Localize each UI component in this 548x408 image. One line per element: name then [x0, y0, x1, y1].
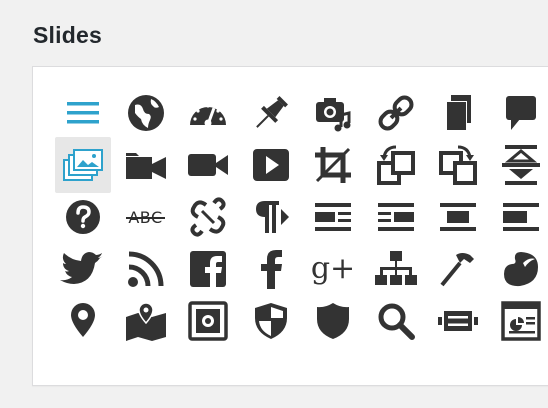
link-icon: [376, 93, 416, 133]
icon-picker-panel: ABC g+: [32, 66, 548, 386]
icon-option-hammer[interactable]: [430, 241, 486, 297]
align-center-icon: [438, 201, 478, 233]
twitter-icon: [60, 251, 105, 287]
icon-option-video-camera[interactable]: [180, 137, 236, 193]
art-palette-icon: [501, 249, 541, 289]
icon-option-menu[interactable]: [55, 85, 111, 141]
icon-option-search[interactable]: [368, 293, 424, 349]
pin-icon: [251, 93, 291, 133]
play-button-icon: [251, 145, 291, 185]
search-icon: [376, 301, 416, 341]
icon-option-images-stack[interactable]: [55, 137, 111, 193]
hammer-icon: [438, 249, 478, 289]
section-title: Slides: [33, 22, 102, 48]
icon-option-dashboard-gauge[interactable]: [180, 85, 236, 141]
video-camera-icon: [186, 149, 230, 181]
icon-option-flip-vertical[interactable]: [493, 137, 548, 193]
icon-option-paragraph-ltr[interactable]: [243, 189, 299, 245]
icon-option-vault[interactable]: [180, 293, 236, 349]
globe-icon: [126, 93, 166, 133]
icon-option-help[interactable]: [55, 189, 111, 245]
icon-option-link[interactable]: [368, 85, 424, 141]
google-plus-icon: g+: [310, 251, 356, 286]
icon-option-facebook[interactable]: [243, 241, 299, 297]
facebook-square-icon: [188, 249, 228, 289]
icon-option-play-button[interactable]: [243, 137, 299, 193]
slides-presentation-icon: [500, 301, 541, 341]
icon-option-align-none[interactable]: [493, 189, 548, 245]
icon-option-shield-half[interactable]: [243, 293, 299, 349]
unlink-icon: [188, 197, 228, 237]
rotate-left-icon: [376, 143, 416, 187]
images-stack-icon: [61, 145, 105, 185]
icon-option-align-center[interactable]: [430, 189, 486, 245]
map-location-icon: [124, 301, 168, 341]
icon-option-strikethrough[interactable]: ABC: [118, 189, 174, 245]
shield-half-icon: [253, 301, 289, 341]
align-none-icon: [501, 201, 541, 233]
strikethrough-icon: ABC: [126, 207, 165, 227]
sitemap-icon: [374, 249, 418, 289]
icon-option-slides-presentation[interactable]: [493, 293, 548, 349]
rss-icon: [126, 249, 166, 289]
crop-icon: [313, 145, 353, 185]
icon-option-pages[interactable]: [430, 85, 486, 141]
icon-option-crop[interactable]: [305, 137, 361, 193]
film-strip-icon: [436, 307, 480, 335]
icon-option-map-location[interactable]: [118, 293, 174, 349]
icon-option-google-plus[interactable]: g+: [305, 241, 361, 297]
paragraph-ltr-icon: [251, 197, 291, 237]
icon-option-facebook-square[interactable]: [180, 241, 236, 297]
camera-music-icon: [313, 93, 353, 133]
icon-option-pin[interactable]: [243, 85, 299, 141]
icon-option-sitemap[interactable]: [368, 241, 424, 297]
pages-icon: [442, 93, 474, 133]
icon-option-twitter[interactable]: [55, 241, 111, 297]
icon-option-rotate-left[interactable]: [368, 137, 424, 193]
icon-option-align-left[interactable]: [305, 189, 361, 245]
rotate-right-icon: [438, 143, 478, 187]
icon-option-globe[interactable]: [118, 85, 174, 141]
icon-option-camera-music[interactable]: [305, 85, 361, 141]
flip-vertical-icon: [501, 143, 541, 187]
facebook-icon: [259, 249, 283, 289]
menu-icon: [65, 95, 101, 131]
icon-option-rotate-right[interactable]: [430, 137, 486, 193]
icon-option-shield[interactable]: [305, 293, 361, 349]
icon-option-rss[interactable]: [118, 241, 174, 297]
icon-option-align-right[interactable]: [368, 189, 424, 245]
vault-icon: [188, 301, 228, 341]
shield-icon: [315, 301, 351, 341]
location-pin-icon: [67, 301, 99, 341]
icon-option-speech-bubble[interactable]: [493, 85, 548, 141]
speech-bubble-icon: [503, 93, 539, 133]
video-folder-icon: [124, 147, 168, 183]
icon-option-location-pin[interactable]: [55, 293, 111, 349]
help-icon: [65, 199, 101, 235]
dashboard-gauge-icon: [188, 97, 228, 129]
icon-option-unlink[interactable]: [180, 189, 236, 245]
align-right-icon: [376, 201, 416, 233]
icon-option-video-folder[interactable]: [118, 137, 174, 193]
icon-option-film-strip[interactable]: [430, 293, 486, 349]
icon-option-art-palette[interactable]: [493, 241, 548, 297]
align-left-icon: [313, 201, 353, 233]
